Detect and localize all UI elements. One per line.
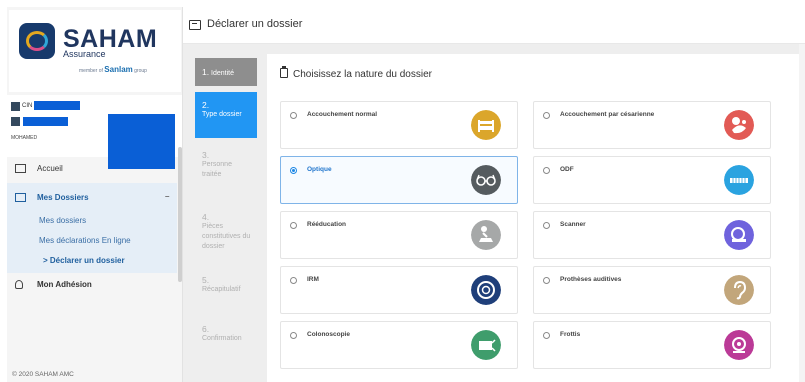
sidebar-group-mes-dossiers: Mes Dossiers – Mes dossiers Mes déclarat… bbox=[7, 183, 177, 273]
copyright: © 2020 SAHAM AMC bbox=[12, 371, 74, 378]
form-card: Choisissez la nature du dossier Accouche… bbox=[267, 54, 805, 382]
redacted-cin bbox=[34, 101, 80, 110]
clipboard-icon bbox=[280, 66, 288, 78]
option-protheses-auditives[interactable]: Prothèses auditives bbox=[533, 266, 771, 314]
sidebar-item-accueil[interactable]: Accueil bbox=[7, 160, 177, 178]
step-recapitulatif[interactable]: 5. Récapitulatif bbox=[195, 267, 257, 307]
radio-button[interactable] bbox=[543, 277, 550, 284]
folder-enter-icon bbox=[15, 193, 26, 202]
option-optique[interactable]: Optique bbox=[280, 156, 518, 204]
sidebar-item-label: Accueil bbox=[37, 164, 63, 173]
page-header: Déclarer un dossier bbox=[183, 7, 805, 44]
user-icon bbox=[11, 117, 20, 126]
user-name: MOHAMED bbox=[11, 135, 38, 141]
scanner-icon bbox=[724, 220, 754, 250]
monitor-icon bbox=[15, 164, 26, 173]
step-personne-traitee[interactable]: 3. Personne traitée bbox=[195, 142, 257, 192]
radio-button[interactable] bbox=[290, 112, 297, 119]
sidebar-item-label: Mes Dossiers bbox=[37, 193, 89, 202]
option-reeducation[interactable]: Rééducation bbox=[280, 211, 518, 259]
step-pieces[interactable]: 4. Pièces constitutives du dossier bbox=[195, 204, 257, 264]
option-accouchement-cesarienne[interactable]: Accouchement par césarienne bbox=[533, 101, 771, 149]
brand-group: member of Sanlam group bbox=[79, 65, 147, 74]
endoscopy-icon bbox=[471, 330, 501, 360]
radio-button[interactable] bbox=[543, 222, 550, 229]
folder-enter-icon bbox=[189, 20, 201, 30]
sidebar-item-mes-dossiers[interactable]: Mes Dossiers – bbox=[7, 189, 177, 205]
saham-logo-icon bbox=[19, 23, 55, 59]
main-content: 1. Identité 2. Type dossier 3. Personne tr… bbox=[183, 44, 805, 382]
glasses-icon bbox=[471, 165, 501, 195]
sidebar-item-label: Mon Adhésion bbox=[37, 280, 92, 289]
collapse-icon[interactable]: – bbox=[165, 192, 169, 201]
redacted-name bbox=[23, 117, 68, 126]
option-colonoscopie[interactable]: Colonoscopie bbox=[280, 321, 518, 369]
radio-button-selected[interactable] bbox=[290, 167, 297, 174]
radio-button[interactable] bbox=[290, 222, 297, 229]
brand-name: SAHAM bbox=[63, 25, 158, 53]
subitem-declarer-dossier[interactable]: > Déclarer un dossier bbox=[43, 256, 125, 265]
step-type-dossier[interactable]: 2. Type dossier bbox=[195, 92, 257, 138]
mri-icon bbox=[471, 275, 501, 305]
brand-sub: Assurance bbox=[63, 49, 106, 59]
rehab-icon bbox=[471, 220, 501, 250]
user-cin-label: CIN bbox=[22, 103, 33, 109]
sidebar-scrollbar[interactable] bbox=[178, 147, 182, 282]
baby-care-icon bbox=[724, 110, 754, 140]
option-frottis[interactable]: Frottis bbox=[533, 321, 771, 369]
sidebar: SAHAM Assurance member of Sanlam group C… bbox=[7, 7, 183, 382]
radio-button[interactable] bbox=[290, 277, 297, 284]
stepper: 1. Identité 2. Type dossier 3. Personne tr… bbox=[195, 54, 257, 382]
subitem-mes-dossiers[interactable]: Mes dossiers bbox=[39, 216, 86, 225]
chevron-right-icon: > bbox=[43, 256, 48, 265]
step-identite[interactable]: 1. Identité bbox=[195, 58, 257, 86]
option-irm[interactable]: IRM bbox=[280, 266, 518, 314]
radio-button[interactable] bbox=[543, 167, 550, 174]
page-scrollbar[interactable] bbox=[799, 44, 805, 382]
person-icon bbox=[15, 280, 23, 289]
id-card-icon bbox=[11, 102, 20, 111]
teeth-brace-icon bbox=[724, 165, 754, 195]
radio-button[interactable] bbox=[543, 332, 550, 339]
form-title: Choisissez la nature du dossier bbox=[280, 66, 432, 80]
option-odf[interactable]: ODF bbox=[533, 156, 771, 204]
sidebar-item-mon-adhesion[interactable]: Mon Adhésion bbox=[7, 276, 177, 294]
bed-icon bbox=[471, 110, 501, 140]
microscope-icon bbox=[724, 330, 754, 360]
sanlam-logo: Sanlam bbox=[104, 65, 133, 74]
radio-button[interactable] bbox=[290, 332, 297, 339]
brand-logo[interactable]: SAHAM Assurance member of Sanlam group bbox=[9, 10, 181, 92]
subitem-mes-declarations[interactable]: Mes déclarations En ligne bbox=[39, 236, 131, 245]
page-title: Déclarer un dossier bbox=[207, 18, 303, 30]
option-scanner[interactable]: Scanner bbox=[533, 211, 771, 259]
step-confirmation[interactable]: 6. Confirmation bbox=[195, 316, 257, 356]
radio-button[interactable] bbox=[543, 112, 550, 119]
ear-icon bbox=[724, 275, 754, 305]
option-accouchement-normal[interactable]: Accouchement normal bbox=[280, 101, 518, 149]
user-info: CIN MOHAMED bbox=[7, 95, 182, 169]
